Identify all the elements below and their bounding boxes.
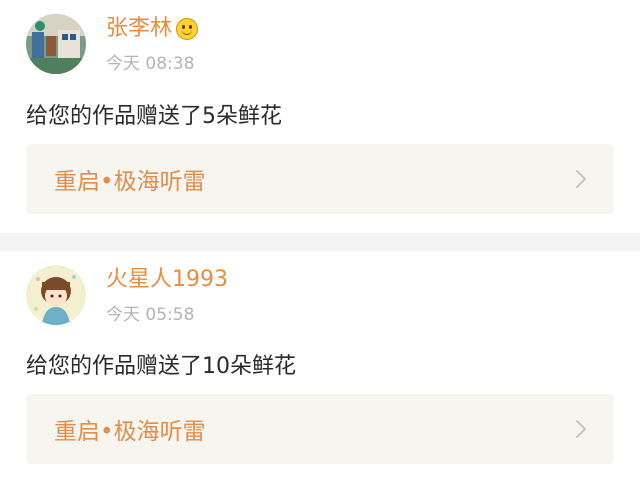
work-link[interactable]: 重启•极海听雷 [26, 394, 614, 464]
user-meta: 火星人1993 今天 05:58 [106, 266, 228, 325]
card-header: 火星人1993 今天 05:58 [26, 265, 228, 325]
timestamp: 今天 05:58 [106, 304, 195, 325]
timestamp: 今天 08:38 [106, 53, 195, 74]
username[interactable]: 张李林 [106, 15, 199, 43]
work-link[interactable]: 重启•极海听雷 [26, 144, 614, 214]
user-meta: 张李林 今天 08:38 [106, 15, 199, 74]
smiley-emoji-icon [176, 17, 199, 40]
work-title: 重启•极海听雷 [54, 419, 206, 445]
gift-notification-feed: 张李林 今天 08:38 给您的作品赠送了5朵鲜花 重启•极海听雷 火星人199… [0, 0, 640, 484]
gift-message: 给您的作品赠送了10朵鲜花 [26, 354, 296, 379]
username[interactable]: 火星人1993 [106, 266, 228, 294]
card-separator [0, 233, 640, 251]
chevron-right-icon [576, 170, 586, 188]
notification-card: 火星人1993 今天 05:58 给您的作品赠送了10朵鲜花 重启•极海听雷 [0, 251, 640, 484]
username-text: 张李林 [106, 15, 173, 41]
chevron-right-icon [576, 420, 586, 438]
work-title: 重启•极海听雷 [54, 169, 206, 195]
avatar[interactable] [26, 14, 86, 74]
avatar[interactable] [26, 265, 86, 325]
gift-message: 给您的作品赠送了5朵鲜花 [26, 104, 282, 129]
notification-card: 张李林 今天 08:38 给您的作品赠送了5朵鲜花 重启•极海听雷 [0, 0, 640, 233]
username-text: 火星人1993 [106, 266, 228, 292]
card-header: 张李林 今天 08:38 [26, 14, 199, 74]
